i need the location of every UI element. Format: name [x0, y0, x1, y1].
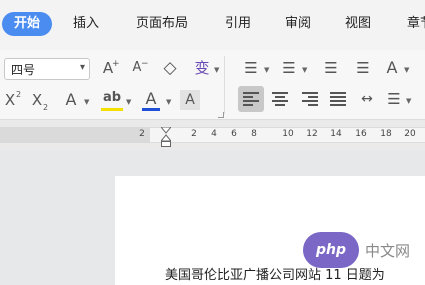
distribute-icon[interactable]: ↔	[356, 90, 378, 108]
ruler-tick: 14	[330, 129, 342, 139]
ribbon-tabs: 开始 插入 页面布局 引用 审阅 视图 章节	[0, 0, 425, 50]
superscript-icon[interactable]: X	[3, 91, 17, 109]
subscript-2-icon: 2	[43, 103, 49, 112]
chevron-down-icon[interactable]: ▼	[406, 97, 411, 105]
ribbon-toolbar: 四号 ▾ A + A − ◇ 变 ▼ X 2 X 2 A ▼ ab ▼ A ▼ …	[0, 50, 425, 120]
ruler-tick: 6	[231, 129, 237, 139]
tab-section[interactable]: 章节	[400, 12, 425, 36]
tab-references[interactable]: 引用	[218, 12, 258, 36]
group-separator	[224, 56, 225, 114]
chevron-down-icon[interactable]: ▼	[302, 66, 307, 74]
bullets-icon[interactable]: ☰	[240, 59, 262, 77]
chevron-down-icon[interactable]: ▼	[214, 66, 219, 74]
highlight-icon[interactable]: ab	[102, 89, 122, 107]
watermark-logo: php 中文网	[303, 232, 425, 268]
numbering-icon[interactable]: ☰	[278, 59, 300, 77]
font-color-bar	[142, 108, 160, 111]
horizontal-ruler[interactable]: 2 2 4 6 8 10 12 14 16 18 20	[0, 120, 425, 150]
minus-icon: −	[141, 59, 149, 69]
tab-page-layout[interactable]: 页面布局	[128, 12, 196, 36]
superscript-2-icon: 2	[16, 90, 22, 99]
text-direction-icon[interactable]: A	[382, 59, 402, 77]
decrease-indent-icon[interactable]: ☰	[320, 59, 342, 77]
php-logo-icon: php	[303, 232, 359, 268]
clear-format-icon[interactable]: ◇	[160, 59, 180, 77]
watermark-site-text: 中文网	[365, 242, 411, 260]
increase-indent-icon[interactable]: ☰	[352, 59, 374, 77]
character-shading-icon[interactable]: A	[180, 90, 200, 110]
chevron-down-icon[interactable]: ▼	[126, 98, 131, 106]
font-color-icon[interactable]: A	[142, 90, 160, 108]
plus-icon: +	[112, 59, 120, 69]
ruler-tick: 12	[306, 129, 318, 139]
tab-review[interactable]: 审阅	[278, 12, 318, 36]
tab-view[interactable]: 视图	[338, 12, 378, 36]
indent-marker-icon[interactable]	[161, 127, 171, 147]
tab-insert[interactable]: 插入	[66, 12, 106, 36]
ruler-tick: 20	[404, 129, 416, 139]
chevron-down-icon[interactable]: ▼	[404, 66, 409, 74]
align-left-button[interactable]	[238, 86, 264, 112]
subscript-icon[interactable]: X	[30, 91, 44, 109]
text-effect-icon[interactable]: A	[62, 91, 80, 109]
ruler-tick: 2	[139, 129, 145, 139]
line-spacing-icon[interactable]: ☰	[384, 90, 404, 108]
font-size-value: 四号	[11, 63, 36, 77]
ruler-tick: 18	[380, 129, 392, 139]
highlight-color-bar	[101, 108, 123, 111]
dialog-launcher-icon[interactable]	[218, 112, 224, 118]
tab-home[interactable]: 开始	[2, 12, 52, 36]
font-size-select[interactable]: 四号 ▾	[4, 58, 90, 80]
ruler-tick: 2	[191, 129, 197, 139]
phonetic-guide-icon[interactable]: 变	[192, 59, 212, 77]
chevron-down-icon: ▾	[79, 62, 85, 73]
ruler-margin	[0, 127, 150, 143]
ruler-tick: 16	[355, 129, 367, 139]
ruler-tick: 8	[251, 129, 257, 139]
ruler-tick: 10	[282, 129, 294, 139]
ruler-tick: 4	[211, 129, 217, 139]
chevron-down-icon[interactable]: ▼	[84, 98, 89, 106]
chevron-down-icon[interactable]: ▼	[166, 98, 171, 106]
chevron-down-icon[interactable]: ▼	[264, 66, 269, 74]
